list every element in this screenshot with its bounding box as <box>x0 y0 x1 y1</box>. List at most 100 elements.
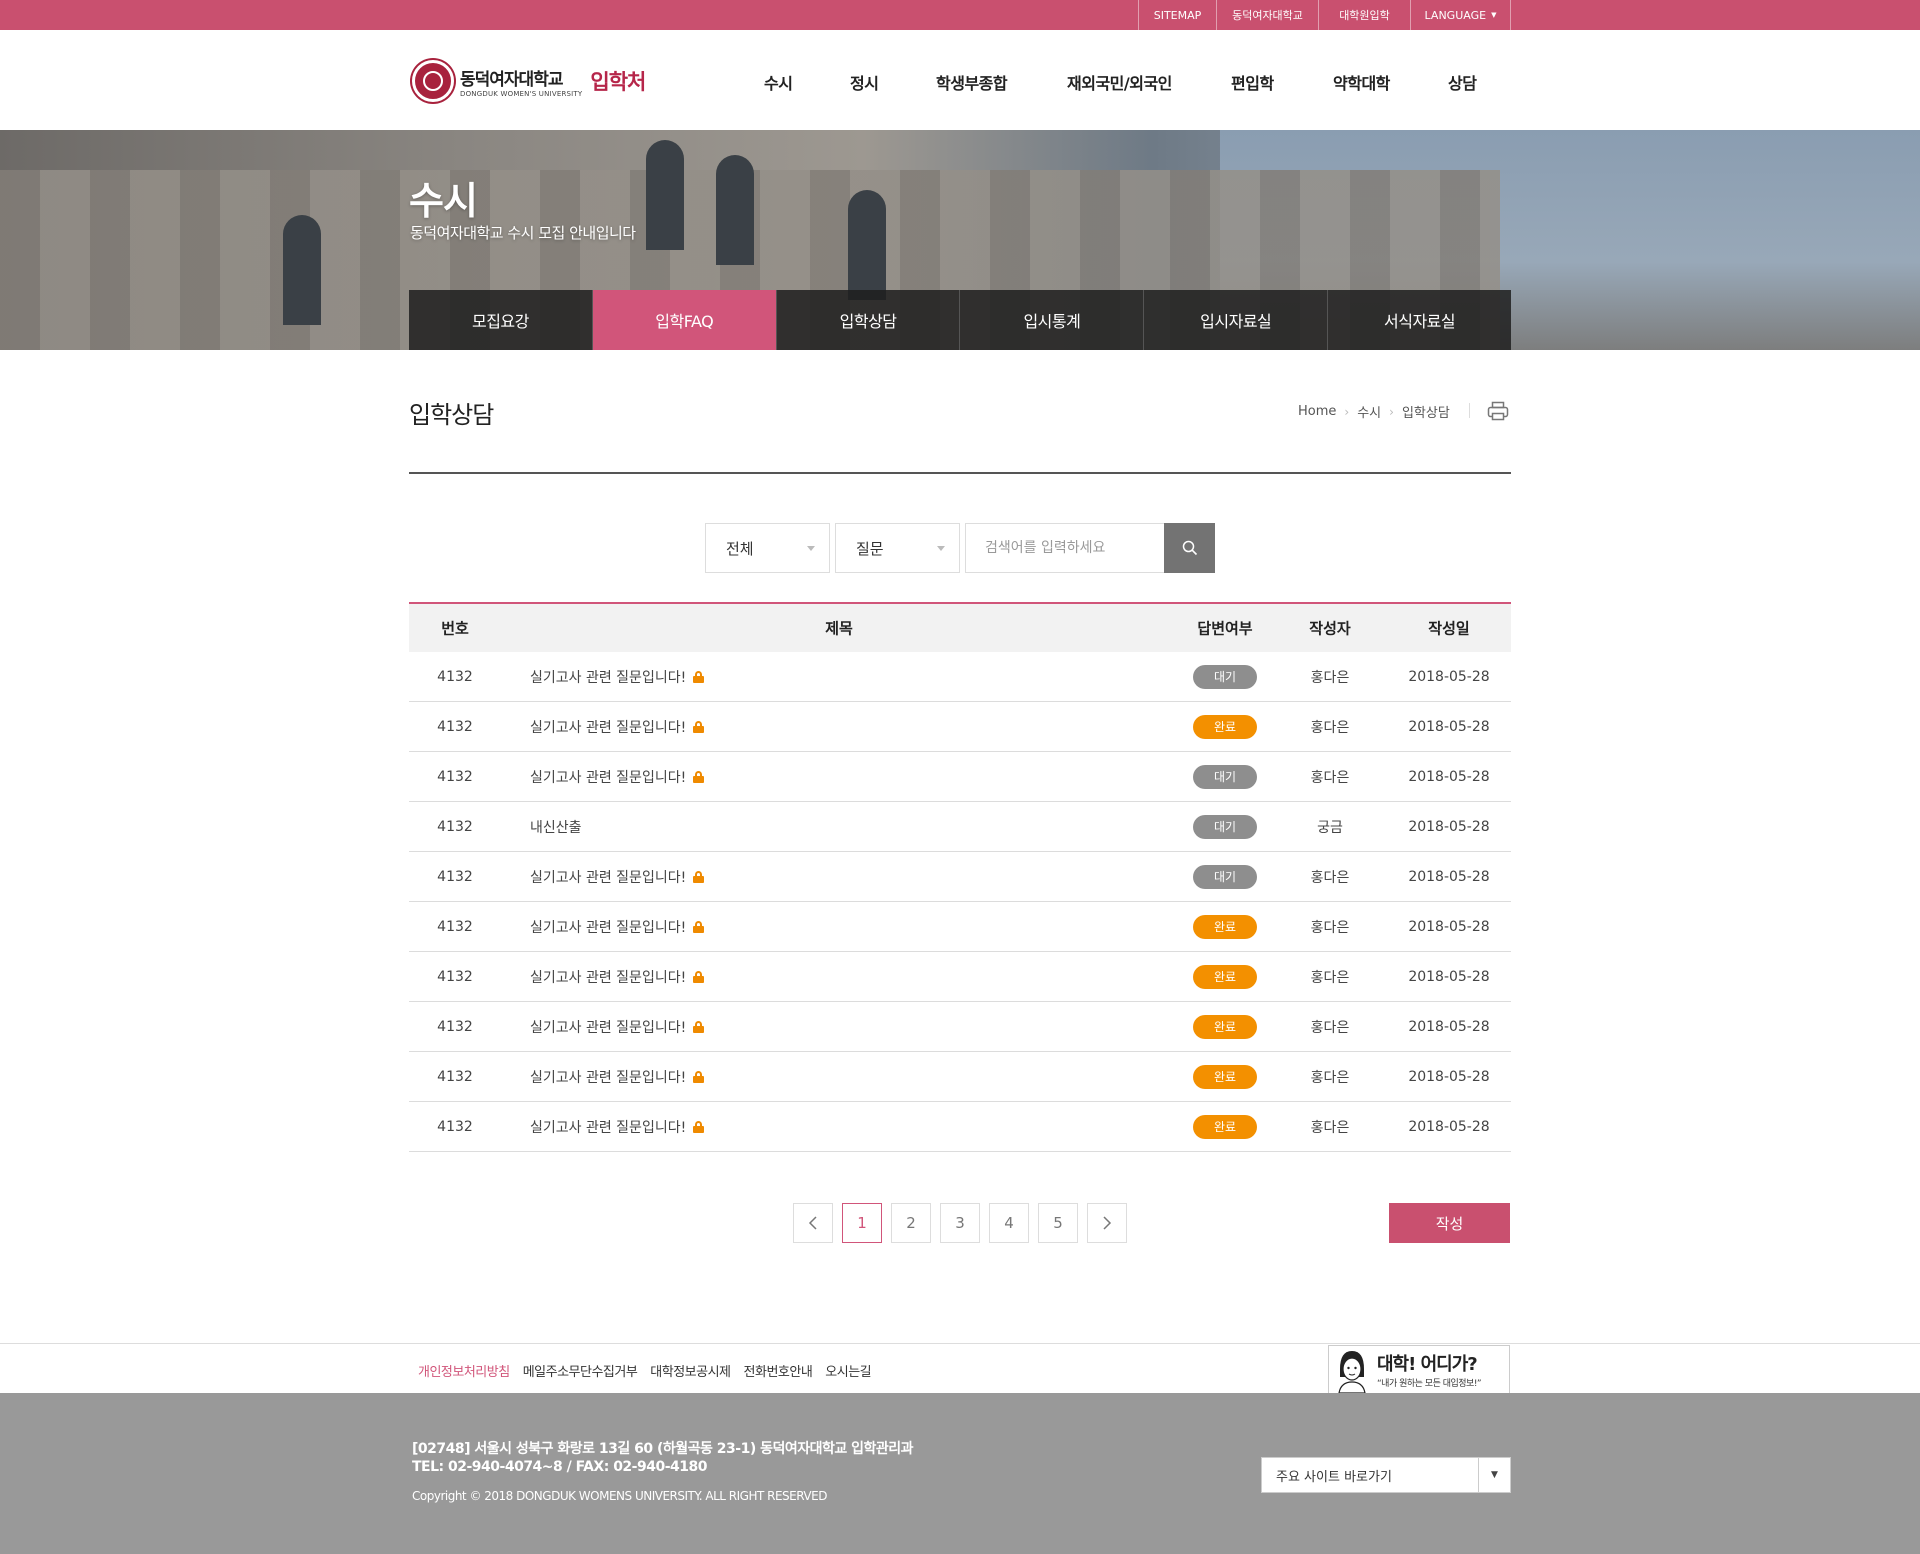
row-date: 2018-05-28 <box>1408 1068 1490 1085</box>
page-button[interactable]: 1 <box>842 1203 882 1243</box>
pagination: 12345 <box>793 1203 1136 1243</box>
row-title-link[interactable]: 실기고사 관련 질문입니다! <box>530 917 705 937</box>
row-number: 4132 <box>437 868 473 885</box>
language-selector[interactable]: LANGUAGE ▼ <box>1411 0 1511 30</box>
table-row[interactable]: 4132 실기고사 관련 질문입니다! 대기 홍다은 2018-05-28 <box>409 852 1511 902</box>
tab-statistics[interactable]: 입시통계 <box>960 290 1145 350</box>
row-title-link[interactable]: 실기고사 관련 질문입니다! <box>530 767 705 787</box>
row-date: 2018-05-28 <box>1408 768 1490 785</box>
tab-admission-faq[interactable]: 입학FAQ <box>592 290 777 350</box>
row-date: 2018-05-28 <box>1408 918 1490 935</box>
phone-directory-link[interactable]: 전화번호안내 <box>744 1361 813 1380</box>
row-title: 실기고사 관련 질문입니다! <box>530 969 687 986</box>
category-select-value: 전체 <box>726 539 754 558</box>
col-title: 제목 <box>825 619 853 638</box>
logo-admission-label: 입학처 <box>590 70 646 94</box>
chevron-down-icon: ▼ <box>1478 1458 1510 1492</box>
table-row[interactable]: 4132 실기고사 관련 질문입니다! 완료 홍다은 2018-05-28 <box>409 1002 1511 1052</box>
sitemap-link[interactable]: SITEMAP <box>1139 0 1217 30</box>
row-title-link[interactable]: 실기고사 관련 질문입니다! <box>530 717 705 737</box>
row-number: 4132 <box>437 1118 473 1135</box>
student-character-icon <box>1338 1350 1366 1393</box>
status-badge: 완료 <box>1193 914 1257 939</box>
tab-admission-counsel[interactable]: 입학상담 <box>776 290 961 350</box>
table-row[interactable]: 4132 실기고사 관련 질문입니다! 대기 홍다은 2018-05-28 <box>409 752 1511 802</box>
page-button[interactable]: 4 <box>989 1203 1029 1243</box>
search-field-value: 질문 <box>856 539 884 558</box>
language-label: LANGUAGE <box>1424 8 1487 22</box>
row-date: 2018-05-28 <box>1408 718 1490 735</box>
hero-title: 수시 <box>409 179 478 223</box>
row-title: 실기고사 관련 질문입니다! <box>530 1019 687 1036</box>
tab-admission-archive[interactable]: 입시자료실 <box>1144 290 1329 350</box>
status-badge-label: 대기 <box>1193 664 1257 689</box>
nav-item-counsel[interactable]: 상담 <box>1448 70 1477 94</box>
row-number: 4132 <box>437 718 473 735</box>
tab-guidelines[interactable]: 모집요강 <box>409 290 593 350</box>
table-row[interactable]: 4132 실기고사 관련 질문입니다! 완료 홍다은 2018-05-28 <box>409 702 1511 752</box>
site-footer: [02748] 서울시 성북구 화랑로 13길 60 (하월곡동 23-1) 동… <box>0 1393 1920 1554</box>
directions-link[interactable]: 오시는길 <box>825 1361 871 1380</box>
row-title: 내신산출 <box>530 819 582 836</box>
table-row[interactable]: 4132 실기고사 관련 질문입니다! 완료 홍다은 2018-05-28 <box>409 1052 1511 1102</box>
chevron-right-icon <box>1103 1216 1112 1230</box>
table-row[interactable]: 4132 실기고사 관련 질문입니다! 완료 홍다은 2018-05-28 <box>409 1102 1511 1152</box>
breadcrumb-home[interactable]: Home <box>1298 404 1336 419</box>
row-title-link[interactable]: 실기고사 관련 질문입니다! <box>530 1017 705 1037</box>
row-title-link[interactable]: 실기고사 관련 질문입니다! <box>530 1067 705 1087</box>
breadcrumb-susi[interactable]: 수시 <box>1357 402 1381 421</box>
university-where-banner[interactable]: 대학! 어디가? “내가 원하는 모든 대입정보!” <box>1328 1345 1510 1394</box>
status-badge: 완료 <box>1193 1114 1257 1139</box>
nav-item-pharmacy[interactable]: 약학대학 <box>1333 70 1390 94</box>
breadcrumb-current: 입학상담 <box>1401 406 1450 421</box>
email-refusal-link[interactable]: 메일주소무단수집거부 <box>523 1361 638 1380</box>
disclosure-link[interactable]: 대학정보공시제 <box>650 1361 731 1380</box>
graduate-admission-link[interactable]: 대학원입학 <box>1319 0 1411 30</box>
row-author: 홍다은 <box>1310 1119 1350 1136</box>
row-title-link[interactable]: 실기고사 관련 질문입니다! <box>530 1117 705 1137</box>
site-logo[interactable]: 동덕여자대학교 DONGDUK WOMEN'S UNIVERSITY 입학처 <box>412 60 646 102</box>
nav-item-student-record[interactable]: 학생부종합 <box>936 70 1008 94</box>
table-row[interactable]: 4132 실기고사 관련 질문입니다! 대기 홍다은 2018-05-28 <box>409 652 1511 702</box>
table-row[interactable]: 4132 실기고사 관련 질문입니다! 완료 홍다은 2018-05-28 <box>409 902 1511 952</box>
status-badge-label: 완료 <box>1193 1014 1257 1039</box>
status-badge-label: 완료 <box>1193 914 1257 939</box>
chevron-down-icon <box>937 546 945 551</box>
page-button[interactable]: 5 <box>1038 1203 1078 1243</box>
tab-forms-archive[interactable]: 서식자료실 <box>1328 290 1511 350</box>
lock-icon <box>693 770 705 783</box>
row-author: 홍다은 <box>1310 869 1350 886</box>
nav-item-overseas[interactable]: 재외국민/외국인 <box>1067 70 1172 94</box>
col-author: 작성자 <box>1309 619 1351 638</box>
page-button[interactable]: 3 <box>940 1203 980 1243</box>
row-title-link[interactable]: 실기고사 관련 질문입니다! <box>530 667 705 687</box>
table-row[interactable]: 4132 실기고사 관련 질문입니다! 완료 홍다은 2018-05-28 <box>409 952 1511 1002</box>
status-badge: 완료 <box>1193 964 1257 989</box>
row-title-link[interactable]: 실기고사 관련 질문입니다! <box>530 967 705 987</box>
print-icon[interactable] <box>1487 400 1509 422</box>
utility-links: SITEMAP 동덕여자대학교 대학원입학 LANGUAGE ▼ <box>1138 0 1511 30</box>
row-date: 2018-05-28 <box>1408 868 1490 885</box>
row-title-link[interactable]: 내신산출 <box>530 817 582 837</box>
table-row[interactable]: 4132 내신산출 대기 궁금 2018-05-28 <box>409 802 1511 852</box>
search-field-select[interactable]: 질문 <box>835 523 960 573</box>
search-input[interactable] <box>965 523 1165 573</box>
university-link[interactable]: 동덕여자대학교 <box>1217 0 1319 30</box>
family-site-select[interactable]: 주요 사이트 바로가기 ▼ <box>1261 1457 1511 1493</box>
next-page-button[interactable] <box>1087 1203 1127 1243</box>
prev-page-button[interactable] <box>793 1203 833 1243</box>
nav-item-jeongsi[interactable]: 정시 <box>850 70 879 94</box>
category-select[interactable]: 전체 <box>705 523 830 573</box>
lock-icon <box>693 920 705 933</box>
row-title: 실기고사 관련 질문입니다! <box>530 919 687 936</box>
status-badge-label: 완료 <box>1193 714 1257 739</box>
row-title-link[interactable]: 실기고사 관련 질문입니다! <box>530 867 705 887</box>
privacy-policy-link[interactable]: 개인정보처리방침 <box>418 1361 510 1380</box>
col-date: 작성일 <box>1428 619 1470 638</box>
write-button[interactable]: 작성 <box>1389 1203 1510 1243</box>
page-button[interactable]: 2 <box>891 1203 931 1243</box>
nav-item-transfer[interactable]: 편입학 <box>1231 70 1274 94</box>
search-button[interactable] <box>1164 523 1215 573</box>
banner-title: 대학! 어디가? <box>1377 1354 1478 1375</box>
nav-item-susi[interactable]: 수시 <box>764 70 793 94</box>
